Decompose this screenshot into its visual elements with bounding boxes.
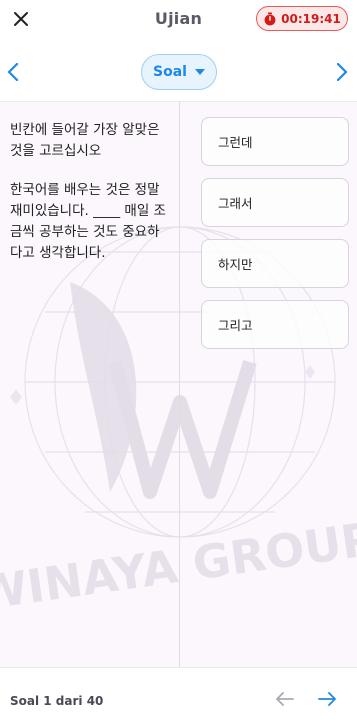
arrow-right-icon: [318, 692, 336, 706]
stopwatch-icon: [264, 12, 276, 25]
footer-prev-button[interactable]: [274, 690, 296, 708]
question-counter: Soal 1 dari 40: [10, 694, 104, 708]
caret-down-icon: [194, 69, 205, 75]
pane-divider: [179, 102, 180, 668]
arrow-left-icon: [276, 692, 294, 706]
next-question-button[interactable]: [332, 62, 352, 82]
answer-options: 그런데 그래서 하지만 그리고: [201, 117, 349, 361]
question-nav: Soal: [0, 44, 357, 100]
question-instruction: 빈칸에 들어갈 가장 알맞은 것을 고르십시오: [10, 122, 160, 159]
soal-dropdown[interactable]: Soal: [141, 54, 217, 90]
chevron-left-icon: [7, 63, 19, 81]
answer-option[interactable]: 그래서: [201, 178, 349, 227]
prev-question-button[interactable]: [3, 62, 23, 82]
question-text: 한국어를 배우는 것은 정말 재미있습니다. ____ 매일 조금씩 공부하는 …: [10, 182, 166, 261]
answer-option[interactable]: 하지만: [201, 239, 349, 288]
footer-bar: Soal 1 dari 40: [0, 667, 357, 728]
soal-dropdown-label: Soal: [153, 64, 187, 80]
answer-option[interactable]: 그리고: [201, 300, 349, 349]
question-panel: 빈칸에 들어갈 가장 알맞은 것을 고르십시오 한국어를 배우는 것은 정말 재…: [10, 120, 170, 282]
chevron-right-icon: [336, 63, 348, 81]
top-bar: Ujian 00:19:41: [0, 0, 357, 40]
answer-option[interactable]: 그런데: [201, 117, 349, 166]
footer-next-button[interactable]: [316, 690, 338, 708]
timer-badge: 00:19:41: [256, 6, 348, 31]
question-content: WINAYA GROUP 빈칸에 들어갈 가장 알맞은 것을 고르십시오 한국어…: [0, 101, 357, 668]
timer-text: 00:19:41: [281, 11, 341, 26]
